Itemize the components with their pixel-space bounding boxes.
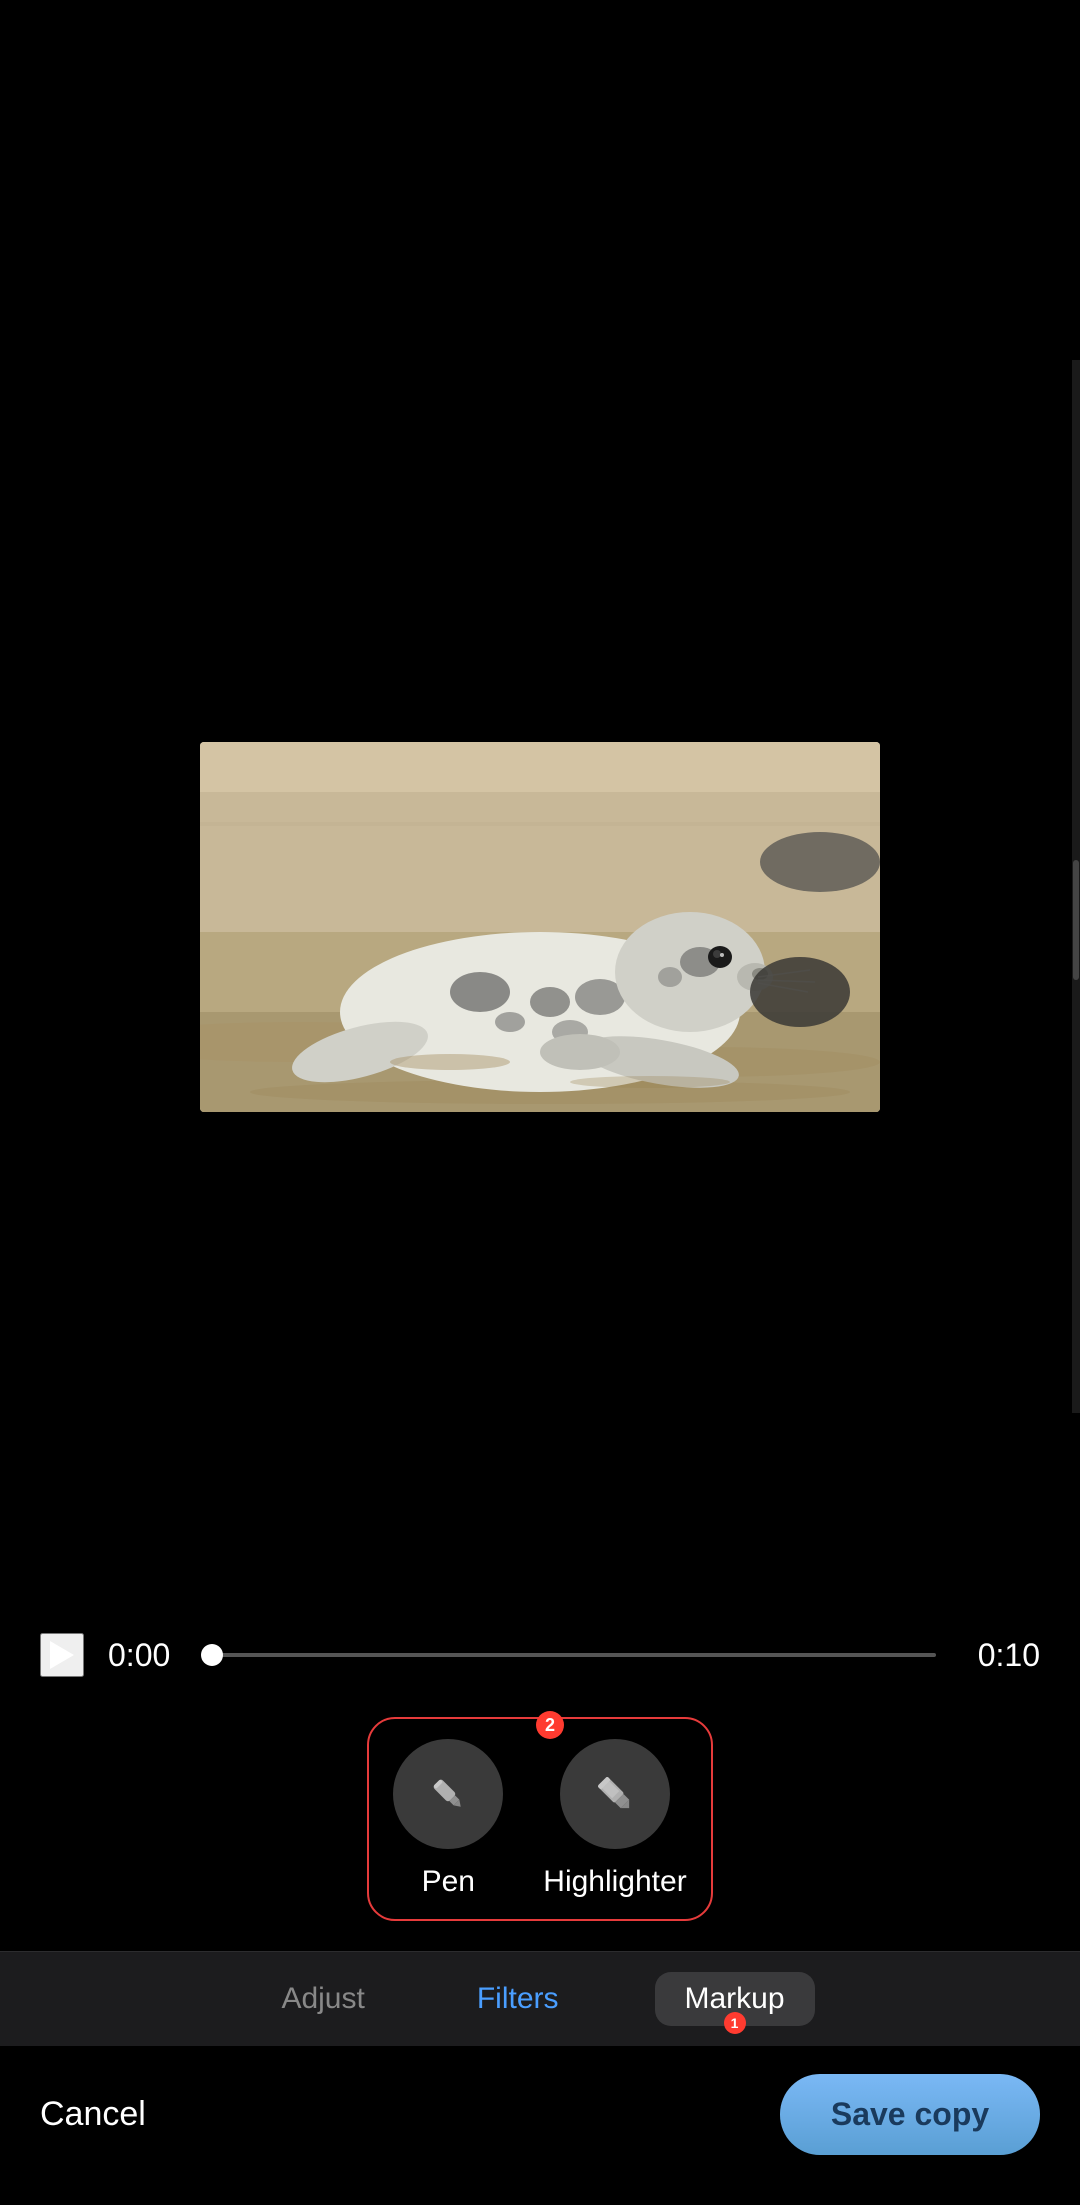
highlighter-icon-circle (560, 1739, 670, 1849)
bottom-action-bar: Cancel Save copy (0, 2046, 1080, 2205)
time-total: 0:10 (960, 1637, 1040, 1674)
playback-controls: 0:00 0:10 (0, 1613, 1080, 1697)
pen-icon (424, 1770, 472, 1818)
seal-svg (200, 742, 880, 1112)
pen-icon-circle (393, 1739, 503, 1849)
highlighter-label: Highlighter (543, 1865, 686, 1899)
highlighter-icon (591, 1770, 639, 1818)
highlighter-tool[interactable]: Highlighter (543, 1739, 686, 1899)
scrollbar-thumb[interactable] (1073, 860, 1079, 980)
tool-picker-container: 2 Pen (0, 1697, 1080, 1951)
pen-label: Pen (422, 1865, 475, 1899)
save-copy-button[interactable]: Save copy (780, 2074, 1040, 2155)
progress-thumb[interactable] (201, 1644, 223, 1666)
tab-adjust[interactable]: Adjust (265, 1974, 380, 2024)
tool-picker: Pen Highlighter (367, 1717, 712, 1921)
play-button[interactable] (40, 1633, 84, 1677)
photo-container (200, 742, 880, 1112)
bottom-padding (0, 1413, 1080, 1613)
bottom-tabs: Adjust Filters Markup 1 (0, 1951, 1080, 2046)
top-padding (0, 0, 1080, 360)
time-current: 0:00 (108, 1637, 188, 1674)
playback-bar: 0:00 0:10 (40, 1613, 1040, 1697)
main-container: 0:00 0:10 2 (0, 0, 1080, 2205)
play-icon (50, 1641, 74, 1669)
tools-badge: 2 (536, 1711, 564, 1739)
tab-markup[interactable]: Markup 1 (655, 1972, 815, 2026)
markup-badge: 1 (724, 2012, 746, 2034)
scrollbar[interactable] (1072, 360, 1080, 1413)
cancel-button[interactable]: Cancel (40, 2085, 146, 2144)
seal-image (200, 742, 880, 1112)
tab-filters[interactable]: Filters (461, 1974, 575, 2024)
progress-track[interactable] (212, 1653, 936, 1657)
pen-tool[interactable]: Pen (393, 1739, 503, 1899)
video-area (0, 360, 1080, 1413)
